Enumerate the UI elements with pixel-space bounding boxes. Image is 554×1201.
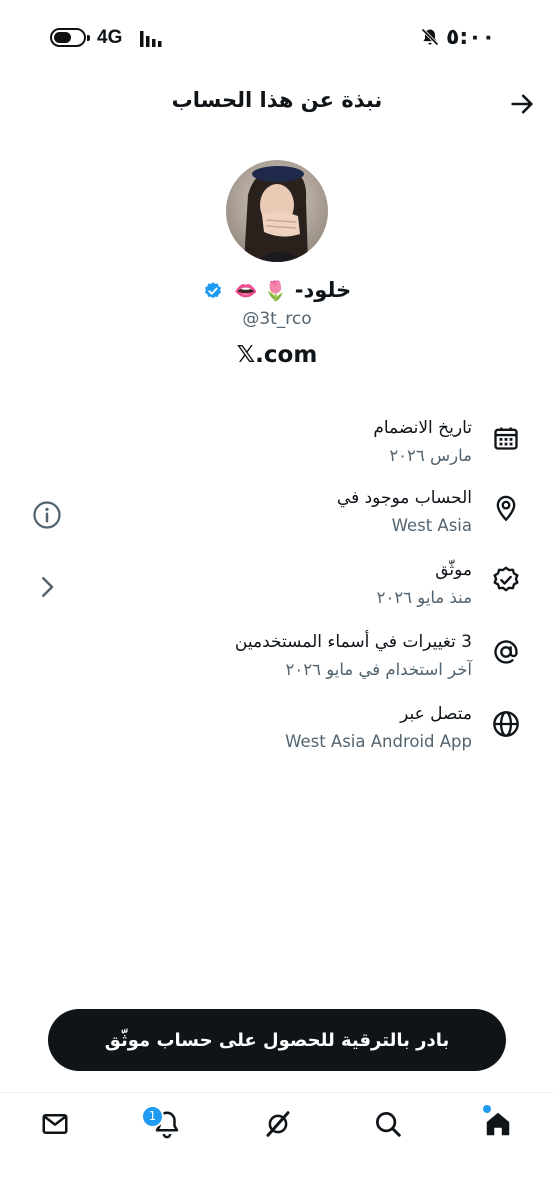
username-handle: @3t_rco (242, 309, 312, 329)
home-unread-dot (483, 1105, 491, 1113)
username-changes-row: 3 تغييرات في أسماء المستخدمين آخر استخدا… (0, 632, 554, 692)
row-title: تاريخ الانضمام (373, 418, 472, 438)
avatar[interactable] (226, 160, 328, 262)
row-subtitle: مارس ٢٠٢٦ (389, 446, 472, 465)
network-type: 4G (97, 27, 123, 48)
verified-badge-icon (493, 566, 519, 592)
location-pin-icon (496, 495, 516, 522)
row-subtitle: West Asia (391, 516, 472, 535)
signal-icon (140, 31, 162, 47)
row-subtitle: West Asia Android App (285, 732, 472, 751)
clock: ٥:٠٠ (446, 25, 496, 50)
row-subtitle: منذ مايو ٢٠٢٦ (376, 588, 472, 607)
verified-row[interactable]: موثّق منذ مايو ٢٠٢٦ (0, 560, 554, 620)
home-icon[interactable] (483, 1109, 513, 1139)
back-arrow-icon[interactable] (508, 90, 536, 118)
joined-date-row: تاريخ الانضمام مارس ٢٠٢٦ (0, 418, 554, 478)
row-title: الحساب موجود في (336, 488, 472, 508)
mail-icon[interactable] (40, 1109, 70, 1139)
upgrade-button[interactable]: بادر بالترقية للحصول على حساب موثّق (48, 1009, 506, 1071)
muted-bell-icon (421, 28, 439, 46)
at-sign-icon (494, 640, 518, 664)
row-title: متصل عبر (400, 704, 472, 724)
row-subtitle: آخر استخدام في مايو ٢٠٢٦ (285, 660, 472, 679)
grok-icon[interactable] (263, 1109, 293, 1139)
calendar-icon (494, 427, 518, 450)
page-title: نبذة عن هذا الحساب (171, 88, 383, 112)
search-icon[interactable] (373, 1109, 403, 1139)
row-title: 3 تغييرات في أسماء المستخدمين (234, 632, 472, 652)
account-location-row: الحساب موجود في West Asia (0, 488, 554, 548)
row-title: موثّق (435, 560, 472, 580)
battery-icon (50, 28, 90, 47)
globe-icon (493, 711, 519, 737)
info-icon[interactable] (32, 500, 62, 530)
status-bar: 4G ٥:٠٠ (0, 0, 554, 80)
display-name: خلود- (294, 278, 352, 302)
chevron-right-icon[interactable] (32, 572, 62, 602)
display-name-row: خلود- 🌷 👄 (0, 278, 554, 302)
notification-badge: 1 (141, 1105, 164, 1128)
name-emojis: 🌷 👄 (234, 280, 288, 302)
bottom-nav: 1 (0, 1092, 554, 1201)
verified-badge-icon[interactable] (203, 281, 223, 301)
connected-via-row: متصل عبر West Asia Android App (0, 704, 554, 764)
x-domain: 𝕏.com (236, 342, 318, 368)
